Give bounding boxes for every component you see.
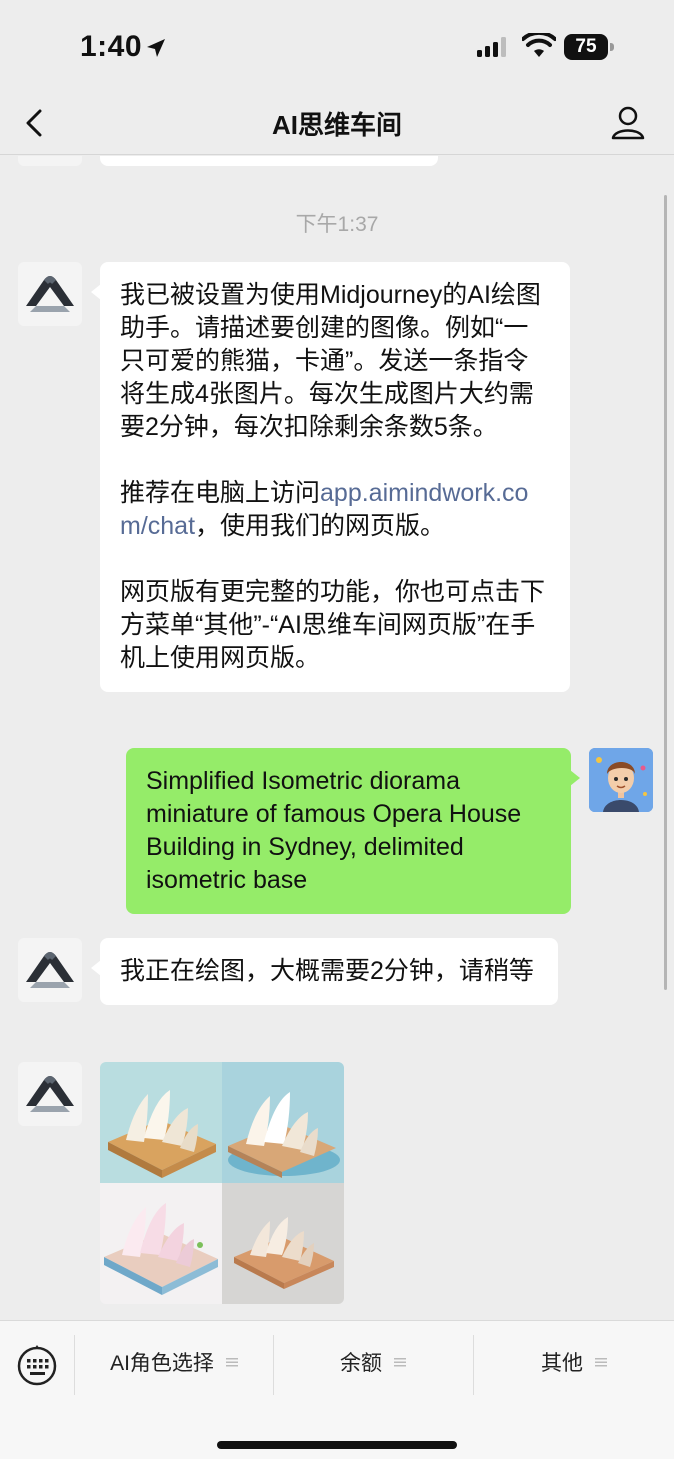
cellular-signal-icon [477, 37, 506, 57]
location-arrow-icon [147, 39, 165, 57]
message-timestamp: 下午1:37 [295, 213, 379, 236]
bot-message-bubble[interactable]: 我正在绘图，大概需要2分钟，请稍等 [91, 938, 558, 1005]
menu-balance[interactable]: 余额 [274, 1329, 472, 1395]
contact-profile-icon[interactable] [608, 103, 648, 143]
menu-ai-role-select[interactable]: AI角色选择 [75, 1329, 273, 1395]
message-bubble-previous [100, 156, 438, 166]
user-cartoon-avatar-icon [589, 748, 653, 812]
bottom-menu-bar: AI角色选择 余额 其他 [0, 1320, 674, 1459]
bot-avatar[interactable] [18, 938, 82, 1002]
message-paragraph: 推荐在电脑上访问app.aimindwork.com/chat，使用我们的网页版… [120, 477, 550, 543]
bot-avatar[interactable] [18, 262, 82, 326]
chat-message-list[interactable]: 下午1:37 我已被设置为使用Midjourney的AI绘图助手。请描述要创建的… [0, 156, 674, 1320]
battery-icon: 75 [564, 34, 614, 60]
menu-lines-icon [595, 1358, 607, 1367]
menu-label: 其他 [541, 1352, 583, 1375]
chat-title: AI思维车间 [271, 110, 402, 140]
menu-other[interactable]: 其他 [474, 1329, 674, 1395]
nav-bar: AI思维车间 [0, 95, 674, 155]
generated-image-grid[interactable] [100, 1062, 344, 1304]
ai-logo-icon [26, 952, 74, 988]
menu-lines-icon [394, 1358, 406, 1367]
home-indicator[interactable] [217, 1441, 457, 1449]
generated-image-tile[interactable] [222, 1183, 344, 1304]
ai-logo-icon [26, 1076, 74, 1112]
menu-label: AI角色选择 [110, 1352, 214, 1375]
battery-level: 75 [564, 34, 608, 60]
user-avatar[interactable] [589, 748, 653, 812]
keyboard-toggle-icon[interactable] [16, 1345, 58, 1387]
ai-logo-icon [18, 156, 82, 166]
bot-avatar[interactable] [18, 1062, 82, 1126]
bot-avatar[interactable] [18, 156, 82, 166]
ai-logo-icon [26, 276, 74, 312]
message-paragraph: 网页版有更完整的功能，你也可点击下方菜单“其他”-“AI思维车间网页版”在手机上… [120, 578, 546, 672]
menu-lines-icon [225, 1358, 238, 1367]
menu-label: 余额 [340, 1352, 382, 1375]
generated-image-tile[interactable] [100, 1183, 222, 1304]
bot-message-bubble[interactable]: 我已被设置为使用Midjourney的AI绘图助手。请描述要创建的图像。例如“一… [91, 262, 570, 692]
chat-scrollbar[interactable] [664, 195, 667, 990]
status-time: 1:40 [80, 30, 143, 63]
user-message-bubble[interactable]: Simplified Isometric diorama miniature o… [126, 748, 580, 914]
generated-image-tile[interactable] [222, 1062, 344, 1183]
link-suffix-text: ，使用我们的网页版。 [195, 512, 446, 540]
message-paragraph: 我已被设置为使用Midjourney的AI绘图助手。请描述要创建的图像。例如“一… [120, 281, 541, 441]
link-prefix-text: 推荐在电脑上访问 [120, 479, 321, 507]
wifi-icon [522, 33, 556, 57]
generated-image-tile[interactable] [100, 1062, 222, 1183]
status-bar: 1:40 75 [0, 0, 674, 95]
